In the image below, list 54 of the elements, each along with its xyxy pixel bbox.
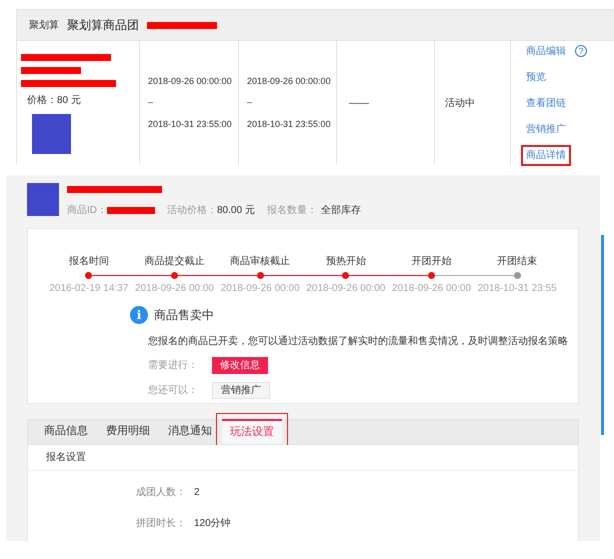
separator-text: – [247, 96, 254, 110]
tab[interactable]: 费用明细 [98, 419, 158, 444]
tab[interactable]: 消息通知 [160, 419, 220, 444]
tab[interactable]: 商品信息 [36, 419, 96, 444]
step-label: 预热开始 [326, 255, 366, 269]
field-value: 120分钟 [194, 516, 231, 531]
date-text: 2018-10-31 23:55:00 [148, 118, 232, 131]
activity-title: 聚划算商品团 [67, 17, 139, 34]
date-text: 2018-10-31 23:55:00 [247, 118, 331, 131]
step-time: 2018-09-26 00:00 [392, 282, 471, 296]
status-text: 活动中 [445, 96, 475, 110]
field-value: 2 [194, 486, 200, 500]
step-time: 2018-10-31 23:55 [478, 282, 557, 296]
quantity-value: 全部库存 [320, 204, 361, 218]
product-image [32, 114, 71, 154]
step-time: 2018-09-26 00:00 [135, 282, 214, 296]
step-time: 2018-09-26 00:00 [220, 282, 300, 296]
action-link[interactable]: 商品详情 [521, 144, 571, 166]
price-value: 80.00 元 [217, 204, 255, 218]
field-label: 拼团时长： [136, 516, 186, 531]
redaction-mark [147, 22, 217, 28]
section-title: 报名设置 [46, 450, 86, 465]
step-label: 报名时间 [68, 254, 109, 269]
product-image [27, 183, 59, 216]
price-label: 活动价格： [167, 204, 217, 218]
help-icon[interactable]: ? [575, 45, 587, 57]
separator-text: – [148, 96, 154, 110]
step-label: 商品审核截止 [230, 254, 290, 269]
action-label: 需要进行： [148, 358, 198, 373]
step-time: 2018-09-26 00:00 [306, 282, 386, 296]
step-time: 2016-02-19 14:37 [49, 282, 128, 296]
redaction-mark [21, 67, 81, 74]
tag-text: 聚划算 [29, 18, 59, 32]
status-message: 您报名的商品已开卖，您可以通过活动数据了解实时的流量和售卖情况，及时调整活动报名策略 [148, 334, 569, 349]
action-button[interactable]: 修改信息 [212, 357, 268, 374]
field-label: 成团人数： [136, 486, 186, 500]
action-link[interactable]: 营销推广 [521, 118, 571, 140]
action-link[interactable]: 商品编辑 [521, 40, 571, 62]
quantity-label: 报名数量： [266, 204, 317, 218]
action-link[interactable]: 预览 [521, 66, 551, 88]
id-label: 商品ID： [67, 204, 107, 218]
info-icon: i [130, 306, 148, 324]
redaction-mark [107, 207, 155, 214]
action-label: 您还可以： [148, 384, 198, 398]
date-text: 2018-09-26 00:00:00 [148, 74, 232, 88]
table-cell-text: —— [349, 96, 369, 110]
step-label: 开团开始 [412, 255, 452, 269]
action-button[interactable]: 营销推广 [212, 382, 270, 399]
date-text: 2018-09-26 00:00:00 [247, 74, 331, 88]
price-text: 价格：80 元 [26, 94, 82, 108]
action-link[interactable]: 查看团链 [521, 92, 571, 114]
step-label: 商品提交截止 [144, 254, 204, 269]
status-title: 商品售卖中 [154, 307, 214, 324]
step-label: 开团结束 [497, 254, 538, 269]
